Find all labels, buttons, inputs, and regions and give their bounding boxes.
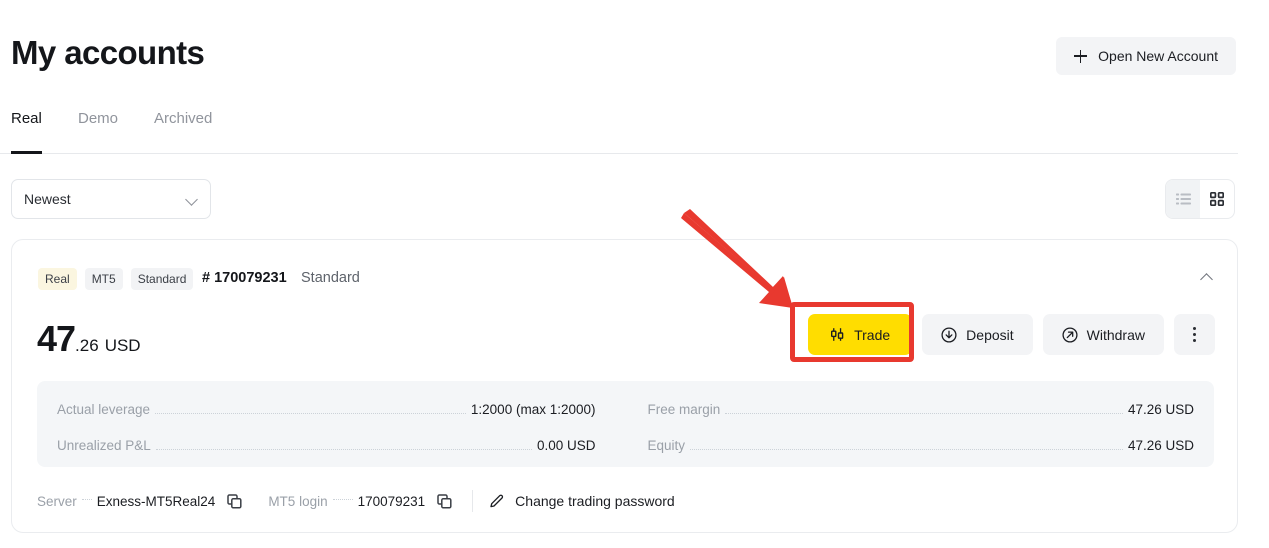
candlestick-icon: [831, 328, 844, 341]
change-trading-password-button[interactable]: Change trading password: [489, 493, 675, 509]
account-type-tabs: Real Demo Archived: [0, 108, 1238, 154]
account-stats-panel: Actual leverage 1:2000 (max 1:2000) Free…: [37, 381, 1214, 467]
leader-dots: [725, 413, 1123, 414]
stat-actual-leverage: Actual leverage 1:2000 (max 1:2000): [57, 402, 626, 418]
copy-icon: [227, 493, 242, 509]
balance-currency: USD: [104, 336, 141, 355]
stat-row: Actual leverage 1:2000 (max 1:2000) Free…: [57, 396, 1194, 424]
sort-select[interactable]: Newest: [11, 179, 211, 219]
list-view-icon: [1175, 193, 1191, 205]
withdraw-button-label: Withdraw: [1086, 326, 1145, 343]
chevron-down-icon: [185, 193, 198, 206]
stat-label: Unrealized P&L: [57, 438, 151, 453]
tab-archived[interactable]: Archived: [154, 108, 212, 153]
change-trading-password-label: Change trading password: [515, 493, 675, 509]
balance-decimal: .26: [75, 336, 99, 355]
pencil-icon: [490, 494, 504, 508]
leader-dots: [690, 449, 1123, 450]
deposit-button-label: Deposit: [966, 326, 1014, 343]
footer-divider: [472, 490, 474, 512]
badge-platform: MT5: [84, 268, 123, 290]
grid-view-button[interactable]: [1200, 180, 1234, 218]
copy-login-button[interactable]: [433, 493, 456, 509]
server-label: Server: [37, 493, 77, 509]
stat-row: Unrealized P&L 0.00 USD Equity 47.26 USD: [57, 432, 1194, 460]
trade-button[interactable]: Trade: [808, 314, 913, 355]
tab-demo[interactable]: Demo: [78, 108, 118, 153]
copy-server-button[interactable]: [223, 493, 246, 509]
page-header: My accounts Open New Account: [0, 0, 1269, 92]
stat-value: 47.26 USD: [1127, 402, 1194, 417]
open-new-account-label: Open New Account: [1098, 48, 1218, 64]
my-accounts-page: My accounts Open New Account Real Demo A…: [0, 0, 1269, 548]
tab-real-label: Real: [11, 110, 42, 127]
view-mode-toggle: [1165, 179, 1235, 219]
stat-value: 47.26 USD: [1127, 438, 1194, 453]
badge-account-type: Standard: [130, 268, 194, 290]
leader-dots: [155, 413, 466, 414]
stat-unrealized-pnl: Unrealized P&L 0.00 USD: [57, 438, 626, 454]
arrow-up-right-circle-icon: [1062, 326, 1078, 343]
leader-dots: [81, 498, 92, 500]
stat-label: Actual leverage: [57, 402, 151, 417]
chevron-up-icon: [1199, 273, 1213, 286]
deposit-button[interactable]: Deposit: [922, 314, 1033, 355]
list-view-button[interactable]: [1166, 180, 1200, 218]
server-value: Exness-MT5Real24: [96, 493, 216, 509]
withdraw-button[interactable]: Withdraw: [1042, 314, 1164, 355]
trade-button-label: Trade: [854, 326, 891, 343]
arrow-down-circle-icon: [941, 326, 957, 343]
more-options-button[interactable]: [1174, 314, 1215, 355]
stat-label: Equity: [647, 438, 686, 453]
tab-archived-label: Archived: [154, 110, 213, 127]
account-actions: Trade Deposit Withdraw: [808, 314, 1215, 355]
leader-dots: [155, 449, 532, 450]
login-label: MT5 login: [268, 493, 328, 509]
badge-real: Real: [38, 268, 77, 290]
copy-icon: [437, 493, 452, 509]
collapse-card-button[interactable]: [1193, 265, 1219, 291]
tab-demo-label: Demo: [78, 110, 119, 127]
account-card: Real MT5 Standard # 170079231 Standard 4…: [11, 239, 1238, 533]
plus-icon: [1074, 49, 1088, 63]
balance-integer: 47: [37, 318, 76, 359]
account-balance: 47 .26 USD: [37, 318, 141, 360]
stat-equity: Equity 47.26 USD: [626, 438, 1195, 454]
page-title: My accounts: [11, 34, 205, 71]
account-footer: Server Exness-MT5Real24 MT5 login 170079…: [37, 488, 675, 514]
account-type-label: Standard: [301, 270, 360, 286]
stat-label: Free margin: [647, 402, 721, 417]
sort-select-value: Newest: [24, 191, 71, 207]
account-number: # 170079231: [202, 270, 287, 286]
kebab-menu-icon: [1192, 326, 1197, 343]
leader-dots: [332, 498, 353, 500]
tab-real[interactable]: Real: [11, 108, 42, 154]
open-new-account-button[interactable]: Open New Account: [1056, 37, 1236, 75]
login-value: 170079231: [357, 493, 426, 509]
stat-value: 1:2000 (max 1:2000): [470, 402, 596, 417]
stat-value: 0.00 USD: [536, 438, 596, 453]
grid-view-icon: [1210, 192, 1224, 206]
stat-free-margin: Free margin 47.26 USD: [626, 402, 1195, 418]
account-badges: Real MT5 Standard: [38, 268, 194, 290]
